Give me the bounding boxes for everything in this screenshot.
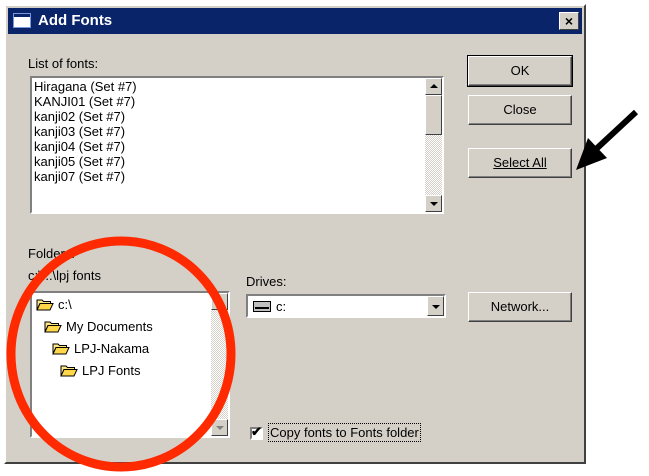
highlight-circle [6, 236, 236, 472]
annotation-overlay [6, 109, 639, 472]
pointer-arrow-shaft [591, 109, 639, 154]
